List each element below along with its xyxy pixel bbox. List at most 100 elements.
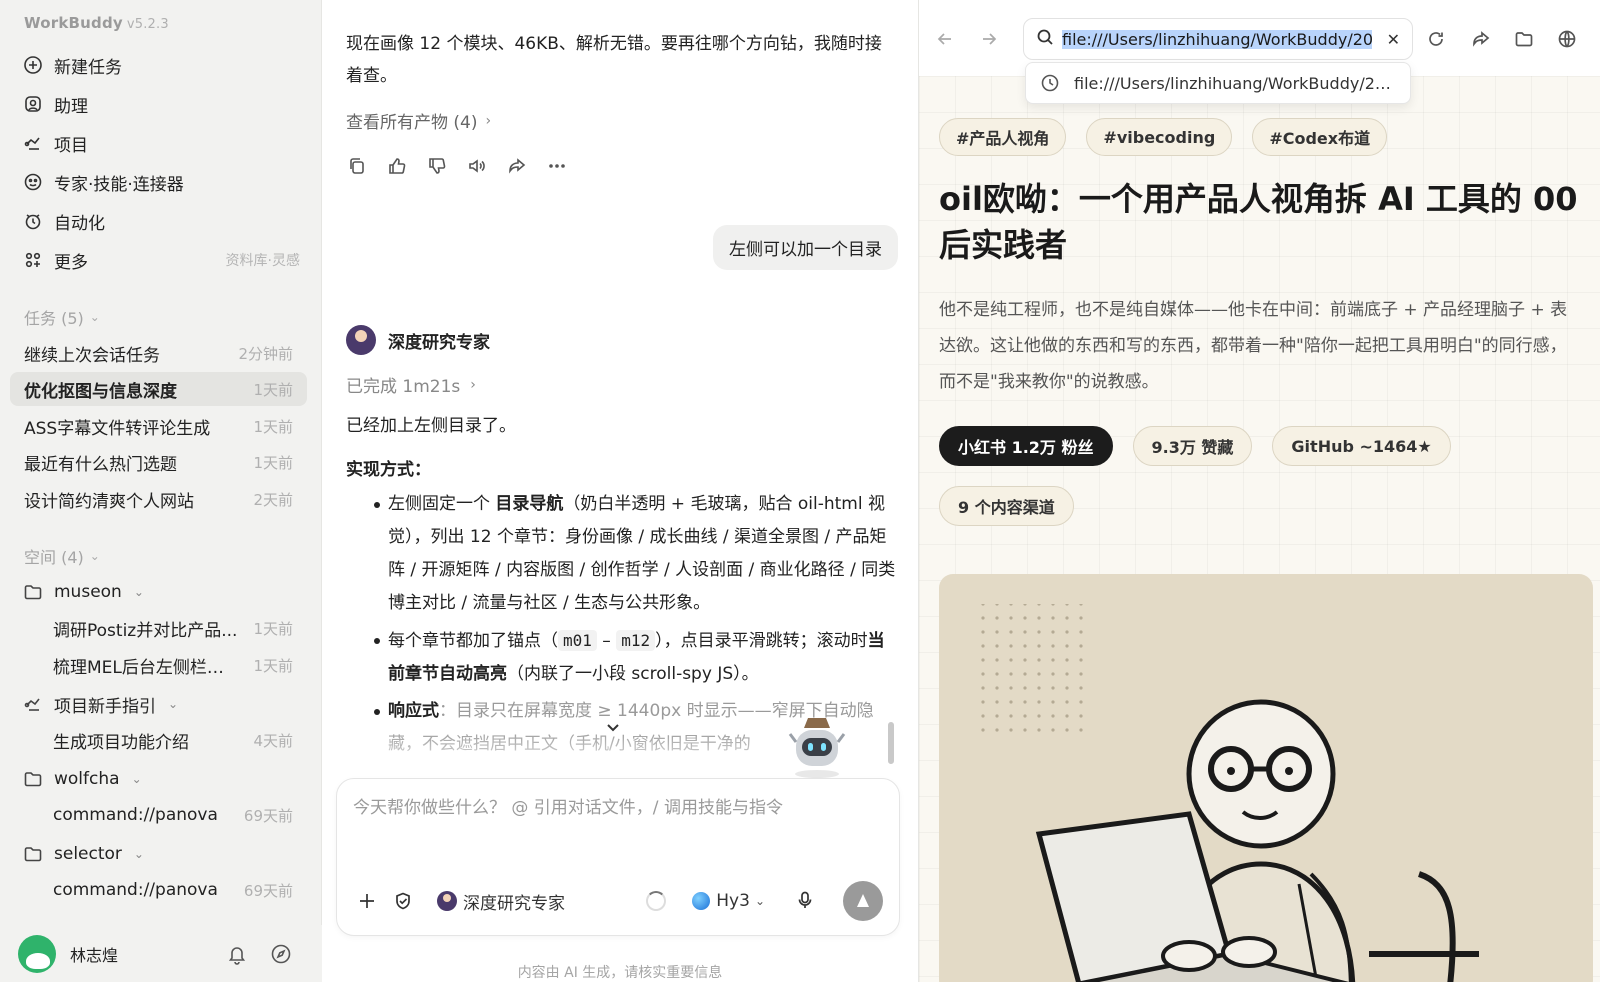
assistant-icon <box>22 93 44 115</box>
avatar[interactable] <box>18 934 56 973</box>
folder-icon <box>22 581 44 603</box>
nav-project[interactable]: 项目 <box>22 127 300 159</box>
page-title: oil欧呦：一个用产品人视角拆 AI 工具的 00 后实践者 <box>939 180 1578 264</box>
url-bar[interactable]: file:///Users/linzhihuang/WorkBuddy/20 ✕ <box>1023 18 1413 60</box>
agent-name: 深度研究专家 <box>388 332 490 353</box>
send-arrow-icon <box>857 894 869 907</box>
space-onboarding[interactable]: 项目新手指引 ⌄ <box>22 687 300 721</box>
clear-icon[interactable]: ✕ <box>1387 30 1400 49</box>
chevron-down-icon: ⌄ <box>168 697 179 711</box>
chevron-down-icon: ⌄ <box>133 585 144 599</box>
app-name: WorkBuddy <box>24 14 123 32</box>
more-icon[interactable] <box>546 155 568 177</box>
view-artifacts-link[interactable]: 查看所有产物 (4) › <box>346 108 491 134</box>
space-task-title: command://panova <box>53 880 218 900</box>
completion-status-label: 已完成 1m21s <box>346 377 461 397</box>
automation-icon <box>22 210 44 232</box>
plus-circle-icon <box>22 54 44 76</box>
url-suggestion[interactable]: file:///Users/linzhihuang/WorkBuddy/20..… <box>1025 62 1411 104</box>
bullet-text: 左侧固定一个 <box>388 494 496 514</box>
model-globe-icon <box>692 892 711 910</box>
task-item-active[interactable]: 优化抠图与信息深度 1天前 <box>10 372 307 406</box>
url-input[interactable]: file:///Users/linzhihuang/WorkBuddy/20 <box>1062 29 1372 49</box>
scroll-down-icon[interactable] <box>598 712 628 742</box>
space-museon[interactable]: museon ⌄ <box>22 575 300 609</box>
compass-icon[interactable] <box>270 943 292 965</box>
thumbs-down-icon[interactable] <box>426 155 448 177</box>
model-selector[interactable]: Hy3 ⌄ <box>692 891 765 911</box>
loading-spinner-icon <box>646 891 667 911</box>
expert-icon <box>22 171 44 193</box>
scrollbar-thumb[interactable] <box>888 722 894 764</box>
nav-label: 更多 <box>54 252 88 273</box>
sidebar: WorkBuddy v5.2.3 新建任务 助理 项目 专家·技能·连接器 自动化… <box>0 0 322 982</box>
shield-check-icon[interactable] <box>389 887 417 915</box>
space-name: museon <box>54 582 122 602</box>
nav-more-hint: 资料库·灵感 <box>225 253 300 269</box>
completion-status[interactable]: 已完成 1m21s › <box>346 372 476 398</box>
thumbs-up-icon[interactable] <box>386 155 408 177</box>
hero-illustration <box>939 574 1593 982</box>
tag-pill: #Codex布道 <box>1252 118 1388 156</box>
space-task-item[interactable]: command://panova 69天前 <box>53 798 293 832</box>
chat-panel: 现在画像 12 个模块、46KB、解析无错。要再往哪个方向钻，我随时接着查。 查… <box>322 0 918 982</box>
share-icon[interactable] <box>506 155 528 177</box>
nav-automation[interactable]: 自动化 <box>22 205 300 237</box>
task-time: 1天前 <box>253 453 293 472</box>
nav-more[interactable]: 更多 资料库·灵感 <box>22 244 300 276</box>
mascot-robot-icon <box>788 718 846 778</box>
task-item[interactable]: 最近有什么热门选题 1天前 <box>10 445 307 479</box>
space-task-title: 调研Postiz并对比产品... <box>53 620 238 641</box>
composer-placeholder[interactable]: 今天帮你做些什么？ @ 引用对话文件，/ 调用技能与指令 <box>353 793 783 818</box>
spaces-header-label: 空间 (4) <box>24 548 84 567</box>
folder-icon[interactable] <box>1512 27 1536 51</box>
tasks-header[interactable]: 任务 (5) ⌄ <box>24 305 100 329</box>
task-item[interactable]: 设计简约清爽个人网站 2天前 <box>10 482 307 516</box>
answer-heading: 实现方式： <box>346 460 431 480</box>
nav-assistant[interactable]: 助理 <box>22 88 300 120</box>
task-item[interactable]: 继续上次会话任务 2分钟前 <box>10 336 307 370</box>
inline-code: m12 <box>616 630 656 651</box>
back-icon[interactable] <box>933 27 957 51</box>
add-icon[interactable] <box>353 887 381 915</box>
agent-selector[interactable]: 深度研究专家 <box>437 889 565 914</box>
bell-icon[interactable] <box>226 943 248 965</box>
copy-icon[interactable] <box>346 155 368 177</box>
send-button[interactable] <box>843 881 883 921</box>
space-task-item[interactable]: 生成项目功能介绍 4天前 <box>53 723 293 757</box>
space-task-time: 1天前 <box>253 656 293 675</box>
globe-icon[interactable] <box>1555 27 1579 51</box>
task-time: 2天前 <box>253 490 293 509</box>
space-wolfcha[interactable]: wolfcha ⌄ <box>22 762 300 796</box>
task-item[interactable]: ASS字幕文件转评论生成 1天前 <box>10 409 307 443</box>
list-item: 左侧固定一个 目录导航（奶白半透明 + 毛玻璃，贴合 oil-html 视觉），… <box>346 488 901 620</box>
bullet-text: 每个章节都加了锚点（ <box>388 631 558 651</box>
assistant-message-intro: 现在画像 12 个模块、46KB、解析无错。要再往哪个方向钻，我随时接着查。 <box>346 34 882 86</box>
folder-icon <box>22 768 44 790</box>
history-clock-icon <box>1041 74 1059 92</box>
agent-avatar <box>437 891 457 911</box>
answer-lead: 已经加上左侧目录了。 <box>346 416 516 436</box>
bullet-bold: 响应式 <box>388 701 439 721</box>
space-task-item[interactable]: 梳理MEL后台左侧栏与... 1天前 <box>53 648 293 682</box>
inline-code: m01 <box>558 630 597 651</box>
space-task-time: 4天前 <box>253 731 293 750</box>
reload-icon[interactable] <box>1424 27 1448 51</box>
space-task-item[interactable]: command://panova 69天前 <box>53 873 293 907</box>
space-name: selector <box>54 844 122 864</box>
microphone-icon[interactable] <box>795 890 817 912</box>
nav-label: 项目 <box>54 135 88 156</box>
nav-label: 助理 <box>54 96 88 117</box>
forward-icon[interactable] <box>977 27 1001 51</box>
speaker-icon[interactable] <box>466 155 488 177</box>
space-task-item[interactable]: 调研Postiz并对比产品... 1天前 <box>53 611 293 645</box>
person-laptop-illustration <box>971 604 1479 982</box>
nav-new-task[interactable]: 新建任务 <box>22 49 300 81</box>
space-selector[interactable]: selector ⌄ <box>22 837 300 871</box>
message-composer[interactable]: 今天帮你做些什么？ @ 引用对话文件，/ 调用技能与指令 深度研究专家 Hy3 … <box>336 778 900 936</box>
list-item: 每个章节都加了锚点（ m01 – m12 ），点目录平滑跳转；滚动时当前章节自动高亮… <box>346 624 901 691</box>
task-title: 设计简约清爽个人网站 <box>24 491 194 512</box>
nav-expert[interactable]: 专家·技能·连接器 <box>22 166 300 198</box>
spaces-header[interactable]: 空间 (4) ⌄ <box>24 544 100 568</box>
share-icon[interactable] <box>1469 27 1493 51</box>
